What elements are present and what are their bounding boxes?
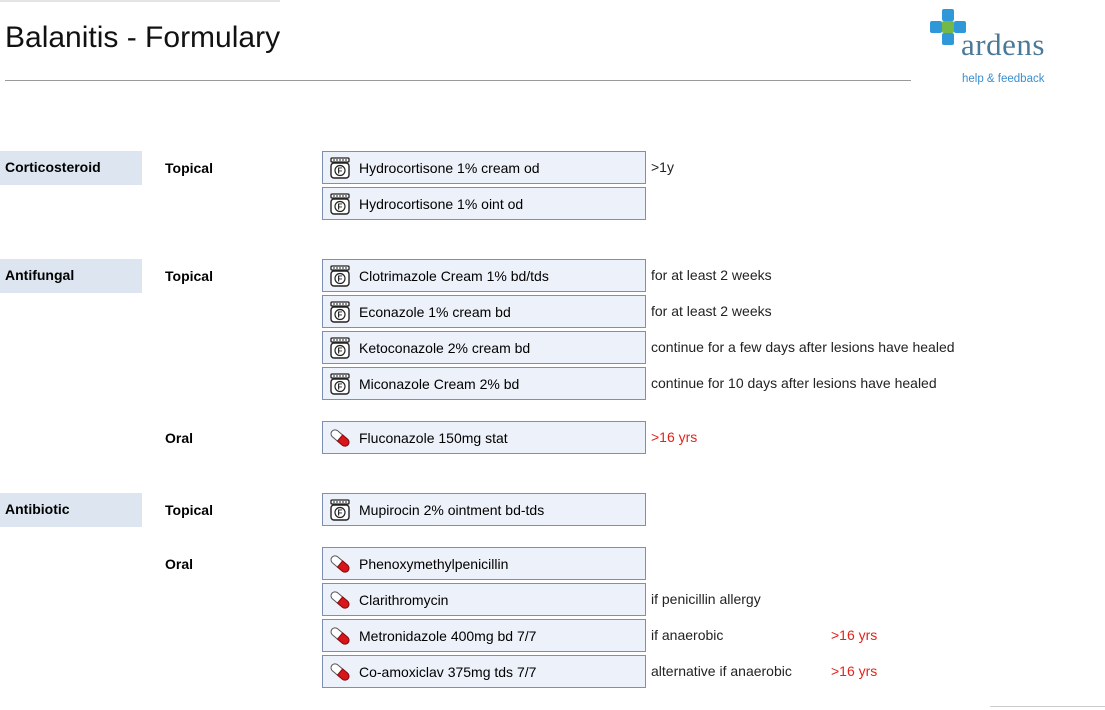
formulary-cream-jar-icon: F — [329, 156, 351, 179]
route-label-oral: Oral — [165, 430, 194, 446]
drug-button[interactable]: Clarithromycin — [322, 583, 646, 616]
drug-note: if penicillin allergy — [651, 591, 761, 607]
ardens-logo: ardens help & feedback — [929, 8, 1089, 88]
top-edge-line — [0, 0, 280, 2]
drug-name: Miconazole Cream 2% bd — [359, 375, 520, 392]
age-restriction: >16 yrs — [831, 663, 878, 679]
drug-button[interactable]: Fluconazole 150mg stat — [322, 421, 646, 454]
drug-button[interactable]: Phenoxymethylpenicillin — [322, 547, 646, 580]
drug-name: Hydrocortisone 1% oint od — [359, 195, 524, 212]
drug-name: Clotrimazole Cream 1% bd/tds — [359, 267, 549, 284]
formulary-cream-jar-icon: F — [329, 192, 351, 215]
capsule-icon — [329, 625, 351, 647]
svg-text:F: F — [338, 202, 343, 211]
drug-name: Ketoconazole 2% cream bd — [359, 339, 531, 356]
category-antibiotic: Antibiotic — [0, 493, 142, 527]
drug-note: >16 yrs — [651, 429, 698, 445]
drug-note: continue for 10 days after lesions have … — [651, 375, 937, 391]
drug-name: Co-amoxiclav 375mg tds 7/7 — [359, 663, 537, 680]
drug-button[interactable]: F Miconazole Cream 2% bd — [322, 367, 646, 400]
formulary-cream-jar-icon: F — [329, 264, 351, 287]
capsule-icon — [329, 427, 351, 449]
route-label-topical: Topical — [165, 502, 213, 518]
capsule-icon — [329, 589, 351, 611]
route-label-topical: Topical — [165, 160, 213, 176]
drug-note: for at least 2 weeks — [651, 303, 772, 319]
formulary-cream-jar-icon: F — [329, 372, 351, 395]
drug-button[interactable]: F Hydrocortisone 1% oint od — [322, 187, 646, 220]
help-feedback-link[interactable]: help & feedback — [962, 73, 1044, 85]
svg-text:F: F — [338, 166, 343, 175]
page-title: Balanitis - Formulary — [5, 21, 281, 54]
formulary-cream-jar-icon: F — [329, 336, 351, 359]
route-label-oral: Oral — [165, 556, 194, 572]
drug-button[interactable]: F Hydrocortisone 1% cream od — [322, 151, 646, 184]
svg-text:F: F — [338, 310, 343, 319]
drug-button[interactable]: Co-amoxiclav 375mg tds 7/7 — [322, 655, 646, 688]
logo-wordmark: ardens — [961, 27, 1045, 62]
drug-button[interactable]: F Econazole 1% cream bd — [322, 295, 646, 328]
title-divider — [5, 80, 911, 81]
drug-name: Mupirocin 2% ointment bd-tds — [359, 501, 545, 518]
drug-note: continue for a few days after lesions ha… — [651, 339, 955, 355]
route-label-topical: Topical — [165, 268, 213, 284]
category-antifungal: Antifungal — [0, 259, 142, 293]
formulary-cream-jar-icon: F — [329, 300, 351, 323]
capsule-icon — [329, 661, 351, 683]
drug-name: Phenoxymethylpenicillin — [359, 555, 509, 572]
svg-text:F: F — [338, 508, 343, 517]
bottom-edge — [990, 706, 1105, 710]
drug-note: if anaerobic — [651, 627, 724, 643]
drug-note: alternative if anaerobic — [651, 663, 792, 679]
drug-note: for at least 2 weeks — [651, 267, 772, 283]
drug-button[interactable]: F Clotrimazole Cream 1% bd/tds — [322, 259, 646, 292]
drug-name: Metronidazole 400mg bd 7/7 — [359, 627, 537, 644]
drug-button[interactable]: F Mupirocin 2% ointment bd-tds — [322, 493, 646, 526]
category-corticosteroid: Corticosteroid — [0, 151, 142, 185]
drug-note: >1y — [651, 159, 674, 175]
drug-name: Clarithromycin — [359, 591, 449, 608]
drug-name: Econazole 1% cream bd — [359, 303, 511, 320]
drug-button[interactable]: F Ketoconazole 2% cream bd — [322, 331, 646, 364]
formulary-cream-jar-icon: F — [329, 498, 351, 521]
drug-name: Hydrocortisone 1% cream od — [359, 159, 540, 176]
svg-text:F: F — [338, 346, 343, 355]
svg-text:F: F — [338, 382, 343, 391]
capsule-icon — [329, 553, 351, 575]
drug-button[interactable]: Metronidazole 400mg bd 7/7 — [322, 619, 646, 652]
svg-text:F: F — [338, 274, 343, 283]
age-restriction: >16 yrs — [831, 627, 878, 643]
drug-name: Fluconazole 150mg stat — [359, 429, 508, 446]
